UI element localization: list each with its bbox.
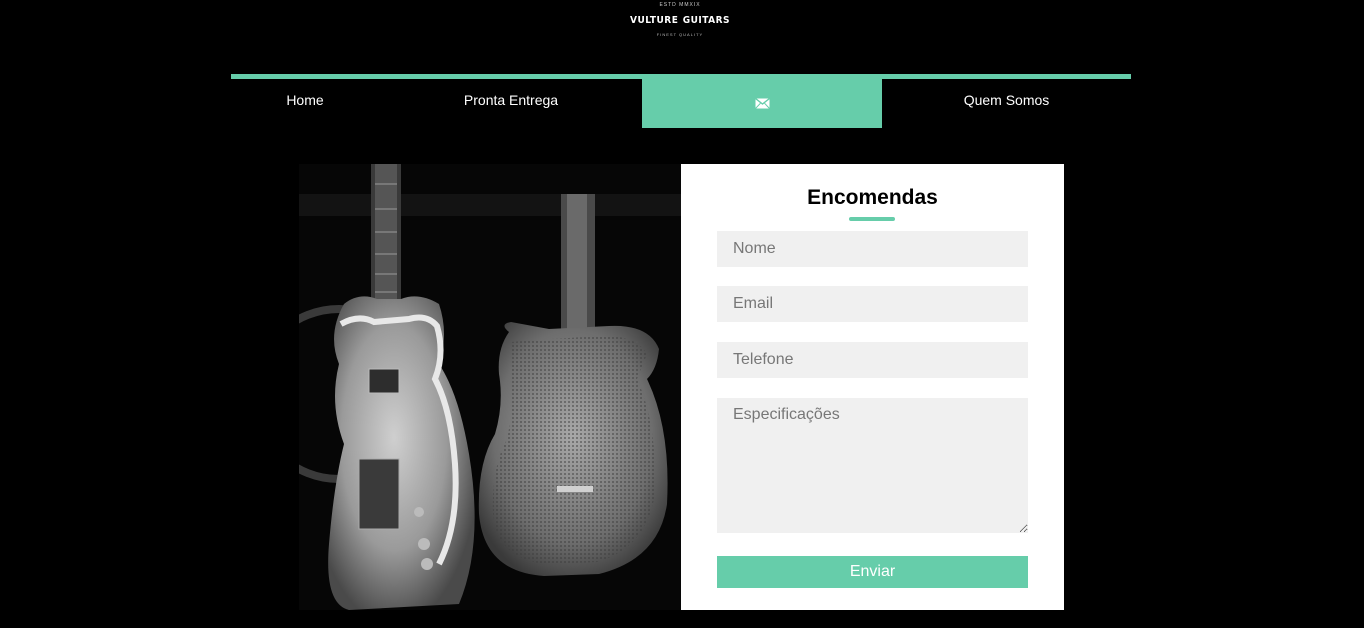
email-field[interactable] bbox=[717, 286, 1028, 322]
main-nav: Home Pronta Entrega Quem Somos bbox=[231, 74, 1131, 128]
submit-button[interactable]: Enviar bbox=[717, 556, 1028, 588]
guitars-illustration bbox=[299, 164, 681, 610]
logo-brand: VULTURE GUITARS bbox=[630, 14, 730, 28]
guitars-photo bbox=[299, 164, 681, 610]
nav-item-pronta-entrega[interactable]: Pronta Entrega bbox=[411, 79, 611, 128]
specifications-field[interactable] bbox=[717, 398, 1028, 533]
nav-item-home[interactable]: Home bbox=[231, 79, 379, 128]
phone-field[interactable] bbox=[717, 342, 1028, 378]
logo-brand-right: GUITARS bbox=[682, 15, 730, 26]
site-logo[interactable]: ESTD MMXIX VULTURE GUITARS FINEST QUALIT… bbox=[630, 2, 730, 48]
nav-item-quem-somos[interactable]: Quem Somos bbox=[882, 79, 1131, 128]
title-underline bbox=[849, 217, 895, 221]
logo-top-text: ESTD MMXIX bbox=[659, 2, 701, 8]
name-field[interactable] bbox=[717, 231, 1028, 267]
envelope-icon bbox=[754, 98, 770, 109]
form-title: Encomendas bbox=[807, 186, 938, 209]
logo-tagline: FINEST QUALITY bbox=[656, 32, 704, 37]
nav-item-contact[interactable] bbox=[642, 79, 882, 128]
order-form: Encomendas Enviar bbox=[681, 164, 1064, 610]
logo-brand-left: VULTURE bbox=[630, 15, 679, 26]
